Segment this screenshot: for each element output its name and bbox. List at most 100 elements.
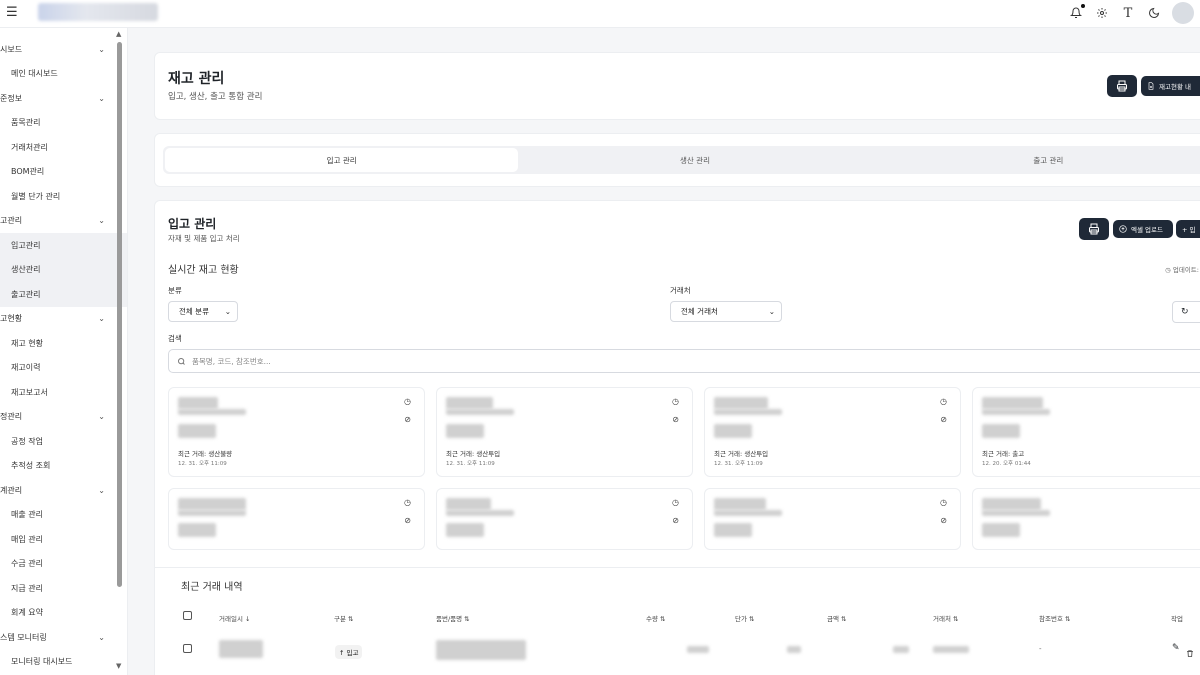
chevron-down-icon: ⌄ (98, 44, 105, 54)
inventory-card[interactable]: ◷⊘ (168, 488, 425, 550)
avatar[interactable] (1172, 2, 1194, 24)
history-icon[interactable]: ◷ (672, 498, 679, 507)
check-circle-icon[interactable]: ⊘ (672, 516, 679, 525)
inventory-card[interactable]: ◷⊘ (436, 488, 693, 550)
sidebar-item[interactable]: 거래처관리 (0, 135, 127, 160)
sidebar-section[interactable]: 계관리 ⌄ (0, 478, 127, 503)
check-circle-icon[interactable]: ⊘ (404, 415, 411, 424)
inventory-card[interactable]: ◷ ⊘ 최근 거래: 생산불량 12. 31. 오후 11:09 (168, 387, 425, 477)
scroll-thumb[interactable] (117, 42, 122, 587)
row-price (787, 646, 801, 653)
column-header[interactable]: 작업 (1171, 613, 1183, 623)
category-select[interactable]: 전체 분류 ⌄ (168, 301, 238, 322)
item-qty (982, 523, 1020, 537)
row-vendor (933, 646, 969, 653)
refresh-icon: ↻ (1181, 307, 1189, 317)
history-icon[interactable]: ◷ (940, 498, 947, 507)
sidebar-item[interactable]: 매출 관리 (0, 503, 127, 528)
column-header[interactable]: 수량 ⇅ (646, 613, 665, 623)
chevron-down-icon: ⌄ (98, 314, 105, 324)
check-circle-icon[interactable]: ⊘ (404, 516, 411, 525)
tab-outbound[interactable]: 출고 관리 (872, 148, 1200, 172)
sidebar-section[interactable]: 정관리 ⌄ (0, 405, 127, 430)
refresh-button[interactable]: ↻ (1172, 301, 1200, 323)
sidebar-section-label: 계관리 (0, 485, 23, 495)
item-code (982, 409, 1050, 415)
column-header[interactable]: 구분 ⇅ (334, 613, 353, 623)
moon-icon[interactable] (1146, 5, 1162, 21)
row-checkbox[interactable] (183, 644, 192, 653)
vendor-select[interactable]: 전체 거래처 ⌄ (670, 301, 782, 322)
sidebar-item[interactable]: 출고관리 (0, 282, 127, 307)
check-circle-icon[interactable]: ⊘ (672, 415, 679, 424)
document-icon (1148, 82, 1154, 90)
sidebar-item[interactable]: 월별 단가 관리 (0, 184, 127, 209)
chevron-down-icon: ⌄ (98, 485, 105, 495)
column-header[interactable]: 금액 ⇅ (827, 613, 846, 623)
print-button[interactable] (1107, 75, 1137, 97)
sidebar-item[interactable]: 지급 관리 (0, 576, 127, 601)
check-circle-icon[interactable]: ⊘ (940, 516, 947, 525)
sidebar-section[interactable]: 스템 모니터링 ⌄ (0, 625, 127, 650)
sidebar-item[interactable]: 모니터링 대시보드 (0, 650, 127, 675)
sidebar-item[interactable]: 입고관리 (0, 233, 127, 258)
last-transaction-date: 12. 31. 오후 11:09 (446, 461, 495, 467)
history-icon[interactable]: ◷ (404, 498, 411, 507)
column-header[interactable]: 품번/품명 ⇅ (436, 613, 470, 623)
sidebar-section[interactable]: 준정보 ⌄ (0, 86, 127, 111)
edit-icon[interactable]: ✎ (1172, 643, 1180, 653)
sidebar-item[interactable]: 수금 관리 (0, 552, 127, 577)
sidebar-item[interactable]: 회계 요약 (0, 601, 127, 626)
inventory-card[interactable]: ◷⊘최근 거래: 출고12. 20. 오후 01:44 (972, 387, 1200, 477)
select-all-checkbox[interactable] (183, 611, 192, 620)
sidebar-item[interactable]: 재고 현황 (0, 331, 127, 356)
last-updated: ◷ 업데이트: 오후 (1165, 266, 1200, 274)
column-header[interactable]: 단가 ⇅ (735, 613, 754, 623)
sidebar-item[interactable]: 추적성 조회 (0, 454, 127, 479)
column-header[interactable]: 참조번호 ⇅ (1039, 613, 1070, 623)
sidebar-section-label: 준정보 (0, 93, 23, 103)
search-icon (178, 357, 185, 365)
column-header[interactable]: 거래처 ⇅ (933, 613, 958, 623)
logo[interactable] (38, 3, 158, 21)
add-inbound-button[interactable]: + 입 (1176, 220, 1200, 238)
column-header[interactable]: 거래일시 ↓ (219, 613, 250, 623)
gear-icon[interactable] (1094, 5, 1110, 21)
recent-transactions-card: 최근 거래 내역 거래일시 ↓ 구분 ⇅ 품번/품명 ⇅ 수량 ⇅ 단가 ⇅ 금액 ⇅ 거래… (155, 567, 1200, 675)
sidebar-item[interactable]: 생산관리 (0, 257, 127, 282)
item-qty (178, 523, 216, 537)
trash-icon[interactable] (1186, 643, 1194, 662)
history-icon[interactable]: ◷ (940, 397, 947, 406)
inventory-card[interactable]: ◷ ⊘ 최근 거래: 생산투입 12. 31. 오후 11:09 (704, 387, 961, 477)
history-icon[interactable]: ◷ (672, 397, 679, 406)
scroll-up-arrow-icon[interactable]: ▲ (116, 30, 121, 38)
check-circle-icon[interactable]: ⊘ (940, 415, 947, 424)
history-icon[interactable]: ◷ (404, 397, 411, 406)
text-icon[interactable]: T (1120, 5, 1136, 21)
sidebar-item[interactable]: 매입 관리 (0, 527, 127, 552)
search-input[interactable]: 품목명, 코드, 참조번호... (168, 349, 1200, 373)
tab-production[interactable]: 생산 관리 (518, 148, 871, 172)
sidebar-section[interactable]: 시보드 ⌄ (0, 37, 127, 62)
sidebar-section[interactable]: 고현황 ⌄ (0, 307, 127, 332)
inventory-report-button[interactable]: 재고현황 내 (1141, 76, 1200, 96)
inventory-card[interactable]: ◷⊘ (972, 488, 1200, 550)
section-print-button[interactable] (1079, 218, 1109, 240)
inventory-card[interactable]: ◷ ⊘ 최근 거래: 생산투입 12. 31. 오후 11:09 (436, 387, 693, 477)
sidebar-item[interactable]: 품목관리 (0, 111, 127, 136)
sidebar-item[interactable]: 공정 작업 (0, 429, 127, 454)
sidebar-scrollbar[interactable]: ▲ ▼ (116, 30, 123, 670)
excel-upload-button[interactable]: 엑셀 업로드 (1113, 220, 1173, 238)
scroll-down-arrow-icon[interactable]: ▼ (116, 662, 121, 670)
inventory-card[interactable]: ◷⊘ (704, 488, 961, 550)
item-qty (178, 424, 216, 438)
sidebar-item[interactable]: 재고이력 (0, 356, 127, 381)
sidebar-item[interactable]: 메인 대시보드 (0, 62, 127, 87)
bell-icon[interactable] (1068, 4, 1085, 21)
menu-icon[interactable]: ☰ (6, 5, 18, 20)
sidebar-item[interactable]: BOM관리 (0, 160, 127, 185)
tab-inbound[interactable]: 입고 관리 (165, 148, 519, 172)
sidebar-item[interactable]: 재고보고서 (0, 380, 127, 405)
sidebar-section[interactable]: 고관리 ⌄ (0, 209, 127, 234)
item-name (714, 498, 766, 510)
